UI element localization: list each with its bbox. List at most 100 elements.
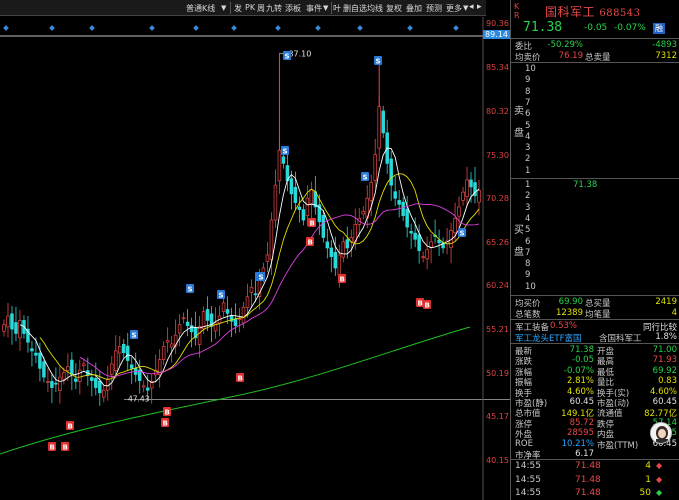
buy-level-row[interactable]: 6 — [511, 237, 679, 248]
sell-level-index: 6 — [525, 109, 531, 120]
avatar[interactable] — [650, 422, 672, 444]
sell-level-index: 7 — [525, 97, 531, 108]
kline-type-dropdown-icon[interactable]: ▼ — [221, 4, 226, 12]
kline-chart[interactable]: 87.1047.43SSSSSSSSSSBBBBBBBBBBB 90.3689.… — [0, 17, 510, 500]
toolbar-item-ye[interactable]: 叶 — [333, 3, 341, 14]
buy-level-row[interactable]: 10 — [511, 282, 679, 293]
tick-qty: 4 — [645, 461, 651, 471]
sell-level-row[interactable]: 2 — [511, 154, 679, 165]
candle-body — [58, 376, 62, 391]
buy-signal-label: B — [308, 239, 313, 247]
buy-level-index: 1 — [525, 180, 531, 190]
candle-body — [34, 352, 38, 356]
buy-signal-label: B — [425, 302, 430, 310]
sell-level-row[interactable]: 8 — [511, 87, 679, 98]
candle-body — [90, 377, 94, 381]
price-axis-label: 75.30 — [486, 151, 509, 160]
toolbar-item-ma[interactable]: 均线 — [367, 3, 383, 14]
sell-level-row[interactable]: 6 — [511, 109, 679, 120]
event-marker-icon — [453, 25, 459, 31]
stat-value: 85.72 — [569, 417, 594, 428]
candle-body — [429, 241, 433, 248]
k-tag[interactable]: K — [514, 2, 519, 11]
buy-level-row[interactable]: 8 — [511, 259, 679, 270]
candle-body — [389, 158, 393, 186]
quote-panel: K R 国科军工 688543 71.38 -0.05 -0.07% 融 委比 … — [510, 0, 679, 500]
candle-body — [129, 364, 134, 369]
sector-row[interactable]: 军工装备 0.53% 同行比较 — [511, 321, 679, 333]
buy-level-index: 5 — [525, 225, 531, 236]
more-dropdown-icon[interactable]: ▼ — [463, 4, 468, 12]
candle-body — [301, 209, 306, 221]
last-price: 71.38 — [523, 20, 563, 35]
stat-value: 69.92 — [652, 365, 677, 376]
ma250-line — [0, 326, 471, 455]
candle-body — [54, 382, 58, 385]
toolbar-item-week[interactable]: 周 — [257, 3, 265, 14]
stat-value: 71.38 — [569, 345, 594, 355]
toolbar-item-pk[interactable]: PK — [245, 3, 255, 12]
buy-level-row[interactable]: 2 — [511, 191, 679, 202]
toolbar-item-overlay[interactable]: 叠加 — [406, 3, 422, 14]
sell-level-row[interactable]: 3 — [511, 143, 679, 154]
buy-level-row[interactable]: 3 — [511, 203, 679, 214]
candle-body — [461, 191, 465, 201]
kline-type-button[interactable]: 普通K线 — [186, 3, 215, 14]
buy-level-row[interactable]: 4 — [511, 214, 679, 225]
price-axis-label: 90.36 — [486, 19, 509, 28]
buy-level-row[interactable]: 7 — [511, 248, 679, 259]
toolbar-item-nine-turn[interactable]: 九转 — [266, 3, 282, 14]
toolbar-item-forecast[interactable]: 预测 — [426, 3, 442, 14]
toolbar-item-event[interactable]: 事件 — [306, 3, 322, 14]
candle-body — [121, 344, 126, 353]
etf-row[interactable]: 军工龙头ETF富国 含国科军工 1.8% — [511, 332, 679, 344]
toolbar-item-more[interactable]: 更多 — [446, 3, 462, 14]
candle-body — [321, 214, 326, 238]
buy-level-index: 10 — [525, 281, 536, 292]
toolbar-item-board[interactable]: 添板 — [285, 3, 301, 14]
r-tag[interactable]: R — [514, 11, 520, 20]
sell-level-index: 2 — [525, 154, 531, 165]
sell-level-index: 4 — [525, 131, 531, 142]
tick-qty: 50 — [639, 488, 651, 498]
candle-body — [181, 317, 186, 320]
divider — [511, 38, 679, 39]
tick-price: 71.48 — [575, 474, 601, 485]
buy-level-row[interactable]: 5 — [511, 225, 679, 236]
candle-body — [457, 206, 461, 217]
stat-value: 10.21% — [561, 438, 594, 449]
candle-body — [221, 302, 226, 312]
candle-body — [74, 378, 78, 382]
event-marker-icon — [275, 25, 281, 31]
candle-body — [2, 324, 6, 332]
buy-level-price: 71.38 — [573, 180, 598, 190]
sell-level-row[interactable]: 10 — [511, 64, 679, 75]
toolbar-item-remove-watchlist[interactable]: 删自选 — [343, 3, 367, 14]
stat-label: ROE — [515, 438, 533, 449]
toolbar-item-fa[interactable]: 发 — [234, 3, 242, 14]
sell-level-row[interactable]: 4 — [511, 132, 679, 143]
collapse-left-icon[interactable]: ◂ — [469, 2, 474, 12]
buy-level-index: 9 — [525, 270, 531, 281]
buy-level-row[interactable]: 9 — [511, 270, 679, 281]
tick-time: 14:55 — [515, 474, 541, 485]
sell-level-row[interactable]: 1 — [511, 166, 679, 177]
toolbar-item-adjust[interactable]: 复权 — [386, 3, 402, 14]
candle-body — [161, 346, 166, 360]
candle-body — [293, 186, 298, 203]
event-dropdown-icon[interactable]: ▼ — [323, 4, 328, 12]
buy-level-index: 2 — [525, 191, 531, 202]
buy-level-index: 6 — [525, 236, 531, 247]
candle-body — [106, 378, 110, 391]
collapse-right-icon[interactable]: ▸ — [477, 2, 482, 12]
avg-buy-row: 均买价 69.90 总买量 2419 — [515, 297, 677, 309]
sell-level-row[interactable]: 7 — [511, 98, 679, 109]
stat-value: 4.60% — [566, 386, 594, 397]
sell-level-row[interactable]: 5 — [511, 121, 679, 132]
buy-signal-label: B — [163, 420, 168, 428]
price-axis-label: 50.19 — [486, 369, 509, 378]
buy-level-row[interactable]: 1 71.38 — [511, 180, 679, 191]
toolbar-divider — [331, 2, 332, 14]
sell-level-row[interactable]: 9 — [511, 75, 679, 86]
candle-body — [94, 378, 98, 388]
